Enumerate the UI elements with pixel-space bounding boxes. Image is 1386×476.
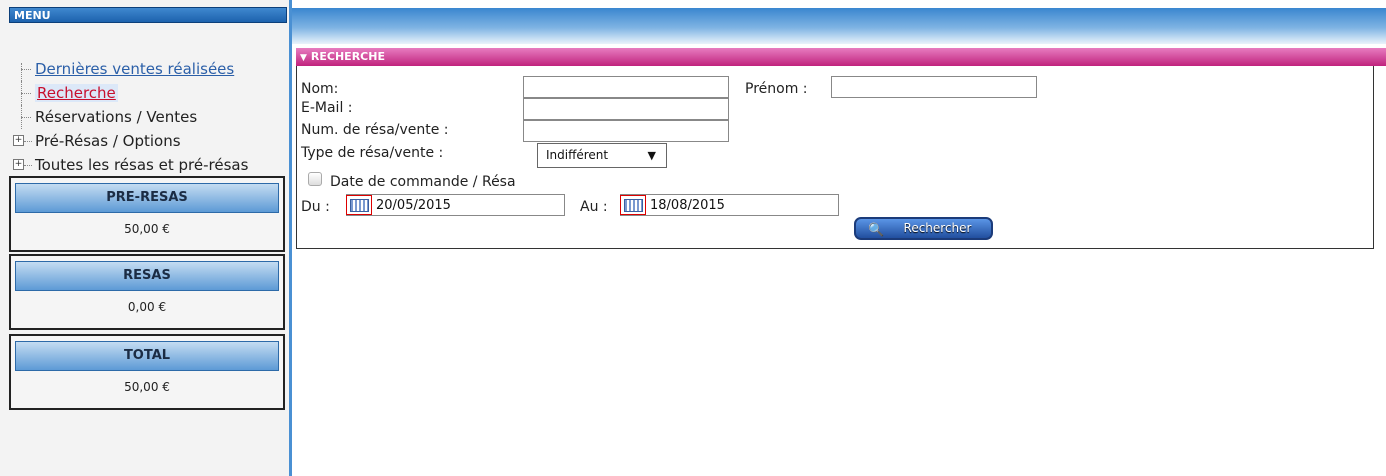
tree-branch-line — [16, 81, 31, 105]
nom-label: Nom: — [301, 81, 339, 97]
du-label: Du : — [301, 199, 330, 215]
email-label: E-Mail : — [301, 100, 353, 116]
sidebar-divider — [289, 0, 292, 476]
prenom-input[interactable] — [831, 76, 1037, 98]
expand-plus-icon[interactable]: + — [13, 159, 24, 170]
du-date-value: 20/05/2015 — [376, 198, 451, 213]
nom-input[interactable] — [523, 76, 729, 98]
tree-branch-line — [24, 141, 32, 142]
sidebar-item-label: Réservations / Ventes — [35, 108, 198, 126]
menu-header: MENU — [9, 7, 287, 23]
search-panel-header[interactable]: ▼ RECHERCHE — [296, 48, 1386, 66]
tree-branch-line — [16, 105, 31, 129]
num-resa-input[interactable] — [523, 120, 729, 142]
sidebar-item-pre-resas-options[interactable]: + Pré-Résas / Options — [13, 129, 289, 153]
top-banner — [292, 8, 1386, 44]
prenom-label: Prénom : — [745, 81, 808, 97]
pre-resas-box: PRE-RESAS 50,00 € — [9, 176, 285, 252]
sidebar-item-label: Toutes les résas et pré-résas — [35, 156, 249, 174]
rechercher-button[interactable]: 🔍 Rechercher — [854, 217, 993, 240]
search-panel-title: RECHERCHE — [310, 50, 385, 63]
date-commande-checkbox[interactable] — [308, 172, 322, 186]
resas-value: 0,00 € — [127, 300, 167, 314]
sidebar-item-toutes-les-resas[interactable]: + Toutes les résas et pré-résas — [13, 153, 289, 177]
num-resa-label: Num. de résa/vente : — [301, 122, 449, 138]
sidebar-item-reservations-ventes[interactable]: Réservations / Ventes — [13, 105, 289, 129]
au-date-value: 18/08/2015 — [650, 198, 725, 213]
sidebar: MENU Dernières ventes réalisées Recherch… — [0, 0, 292, 476]
au-label: Au : — [580, 199, 608, 215]
sidebar-item-label: Dernières ventes réalisées — [35, 60, 235, 78]
total-title: TOTAL — [15, 341, 279, 371]
resas-box: RESAS 0,00 € — [9, 254, 285, 330]
sidebar-item-dernieres-ventes[interactable]: Dernières ventes réalisées — [13, 57, 289, 81]
total-box: TOTAL 50,00 € — [9, 334, 285, 410]
rechercher-button-label: Rechercher — [903, 221, 972, 235]
collapse-triangle-icon[interactable]: ▼ — [300, 49, 307, 67]
calendar-icon[interactable] — [346, 195, 372, 215]
magnifier-icon: 🔍 — [868, 223, 885, 238]
menu-tree: Dernières ventes réalisées Recherche Rés… — [13, 57, 289, 177]
sidebar-item-recherche[interactable]: Recherche — [13, 81, 289, 105]
calendar-icon[interactable] — [620, 195, 646, 215]
expand-plus-icon[interactable]: + — [13, 135, 24, 146]
resas-title: RESAS — [15, 261, 279, 291]
chevron-down-icon: ▼ — [647, 149, 656, 162]
total-value: 50,00 € — [124, 380, 170, 394]
type-resa-select[interactable]: Indifférent ▼ — [537, 143, 667, 168]
tree-branch-line — [16, 57, 31, 81]
pre-resas-title: PRE-RESAS — [15, 183, 279, 213]
pre-resas-value: 50,00 € — [124, 222, 170, 236]
date-commande-label: Date de commande / Résa — [330, 174, 516, 190]
type-resa-selected-value: Indifférent — [546, 148, 609, 162]
tree-branch-line — [24, 165, 32, 166]
email-input[interactable] — [523, 98, 729, 120]
sidebar-item-label: Recherche — [35, 84, 118, 102]
type-resa-label: Type de résa/vente : — [301, 145, 444, 161]
sidebar-item-label: Pré-Résas / Options — [35, 132, 181, 150]
